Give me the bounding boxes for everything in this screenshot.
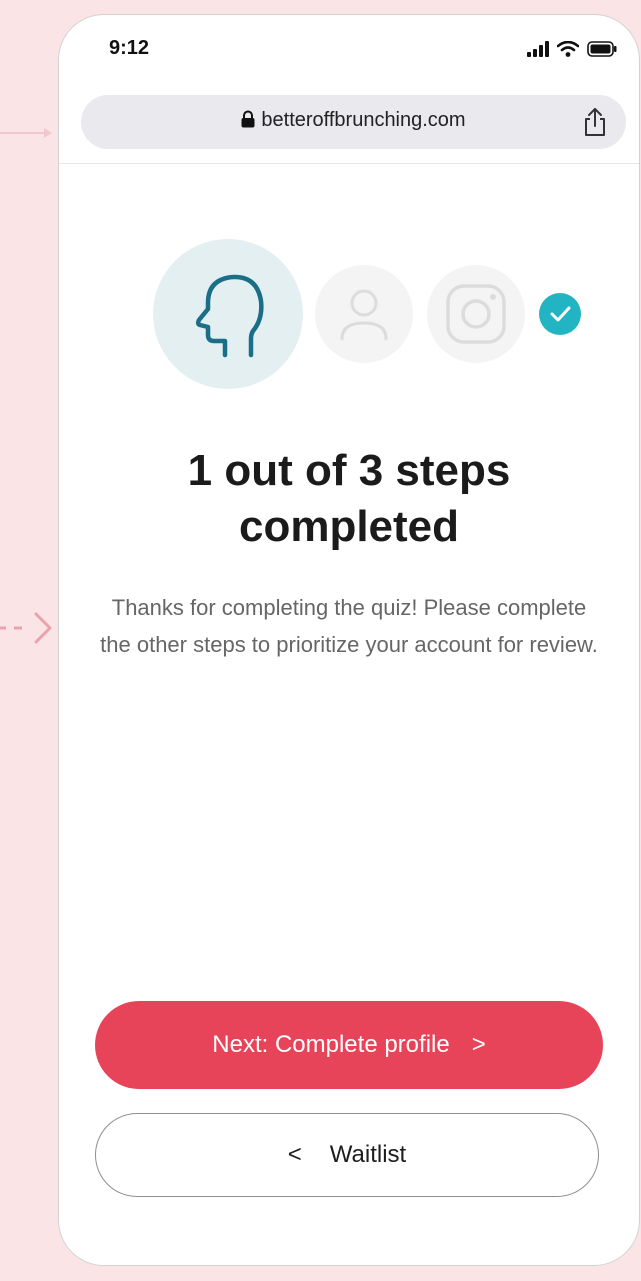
person-icon [340,289,388,341]
flow-connector-line [0,132,48,134]
battery-icon [587,41,617,57]
step-profile [315,265,413,363]
next-button-label: Next: Complete profile [212,1031,450,1058]
phone-frame: 9:12 betteroffbrunching.com 1 out of 3 s… [58,14,640,1266]
next-complete-profile-button[interactable]: Next: Complete profile > [95,1001,603,1089]
signal-icon [527,41,549,57]
page-title: 1 out of 3 steps completed [59,443,639,555]
check-badge [539,293,581,335]
waitlist-button-label: Waitlist [329,1141,407,1168]
progress-steps [153,239,593,389]
status-time: 9:12 [109,37,150,59]
chevron-right-icon: > [471,1031,486,1058]
title-line-1: 1 out of 3 steps [187,446,511,495]
share-icon[interactable] [582,107,608,137]
chevron-left-icon: < [287,1141,302,1168]
header-divider [59,163,639,164]
wifi-icon [557,41,579,57]
url-text: betteroffbrunching.com [261,109,466,131]
address-bar[interactable]: betteroffbrunching.com [81,95,626,149]
design-canvas: 9:12 betteroffbrunching.com 1 out of 3 s… [0,0,641,1281]
head-profile-icon [195,274,264,358]
address-bar-url: betteroffbrunching.com [81,109,626,132]
step-quiz [153,239,303,389]
title-line-2: completed [238,502,460,551]
status-icons [527,39,617,59]
instagram-icon [446,284,506,344]
dashed-arrow-icon [0,612,52,644]
status-bar: 9:12 [59,15,639,87]
flow-connector-arrowhead [44,128,52,138]
waitlist-button[interactable]: < Waitlist [95,1113,599,1197]
page-description: Thanks for completing the quiz! Please c… [100,595,598,657]
check-icon [550,306,571,322]
step-instagram [427,265,525,363]
lock-icon [241,110,255,128]
